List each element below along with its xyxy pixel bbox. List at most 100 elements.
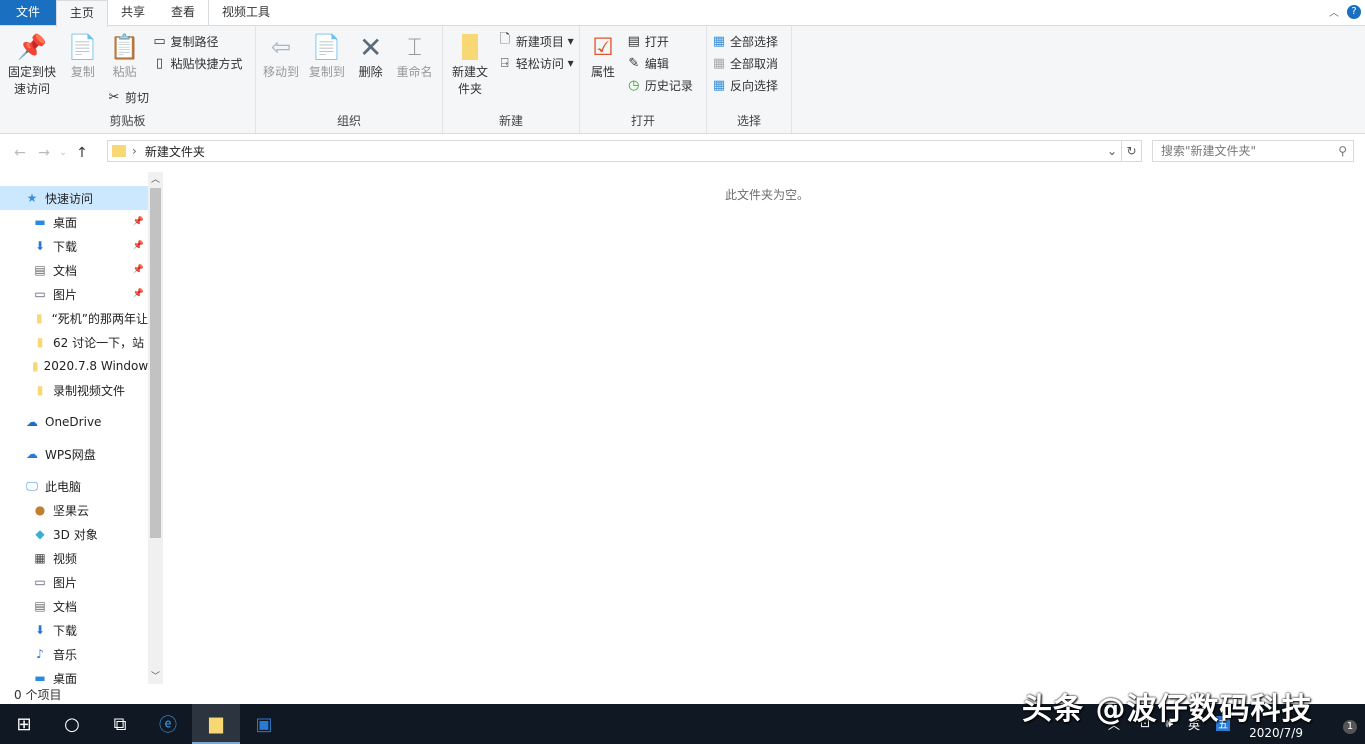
group-new: 新建文件夹 🗋 新建项目 ▾ ⍈ 轻松访问 ▾ 新建: [443, 26, 580, 133]
cut-button[interactable]: ✂ 剪切: [106, 86, 149, 108]
notification-badge[interactable]: 1: [1343, 720, 1357, 734]
nav-item[interactable]: ▬ 桌面: [0, 666, 148, 684]
taskbar-file-explorer[interactable]: ▆: [192, 704, 240, 744]
nav-item-label: 文档: [53, 263, 78, 278]
nav-wps[interactable]: ☁ WPS网盘: [0, 442, 148, 466]
refresh-button[interactable]: ↻: [1122, 140, 1142, 162]
nav-scrollbar[interactable]: ︿ ﹀: [148, 172, 163, 684]
up-button[interactable]: ↑: [70, 145, 94, 161]
document-icon: ▤: [34, 599, 46, 613]
nav-item[interactable]: ▭ 图片: [0, 570, 148, 594]
invert-selection-button[interactable]: ▦ 反向选择: [711, 74, 787, 96]
pin-quick-access-button[interactable]: 📌 固定到快速访问: [7, 30, 57, 98]
group-label: 组织: [336, 114, 361, 128]
nav-item[interactable]: ▤ 文档: [0, 594, 148, 618]
group-clipboard: 📌 固定到快速访问 📄 复制 📋 粘贴 ▭ 复制路径 ▯ 粘贴快捷方式 ✂ 剪切 剪贴板: [0, 26, 256, 133]
nav-item-label: 下载: [53, 623, 78, 638]
status-item-count: 0 个项目: [14, 688, 62, 702]
nav-item-label: 文档: [53, 599, 78, 614]
pin-icon[interactable]: 📌: [133, 289, 144, 299]
open-button[interactable]: ▤ 打开: [626, 30, 693, 52]
group-label: 剪贴板: [109, 114, 146, 128]
scroll-up-icon[interactable]: ︿: [148, 172, 163, 185]
shortcut-icon: ▯: [155, 55, 164, 71]
checkmark-icon: ☑: [592, 32, 614, 61]
address-bar[interactable]: › 新建文件夹 ⌄: [107, 140, 1122, 162]
search-input[interactable]: 搜索"新建文件夹" ⚲: [1152, 140, 1354, 162]
new-item-icon: 🗋: [499, 32, 511, 47]
nav-item[interactable]: ▤ 文档 📌: [0, 258, 148, 282]
rename-button[interactable]: ⌶ 重命名: [397, 30, 433, 81]
nav-item[interactable]: ▬ 桌面 📌: [0, 210, 148, 234]
pin-icon[interactable]: 📌: [133, 265, 144, 275]
taskbar-edge[interactable]: ⓔ: [144, 704, 192, 744]
back-button[interactable]: ←: [8, 145, 32, 161]
tab-video-tools[interactable]: 视频工具: [208, 0, 283, 25]
edit-button[interactable]: ✎ 编辑: [626, 52, 693, 74]
nav-onedrive[interactable]: ☁ OneDrive: [0, 410, 148, 434]
start-button[interactable]: ⊞: [0, 704, 48, 744]
copy-path-button[interactable]: ▭ 复制路径: [151, 30, 242, 52]
move-to-button[interactable]: ⇦ 移动到: [263, 30, 299, 81]
music-icon: ♪: [36, 647, 44, 661]
scroll-down-icon[interactable]: ﹀: [148, 669, 163, 682]
pin-icon[interactable]: 📌: [133, 217, 144, 227]
delete-x-icon: ✕: [358, 30, 383, 64]
nav-item[interactable]: ♪ 音乐: [0, 642, 148, 666]
nav-item[interactable]: ▮ 62 讨论一下，站: [0, 330, 148, 354]
easy-access-button[interactable]: ⍈ 轻松访问 ▾: [497, 52, 574, 74]
open-icon: ▤: [627, 33, 640, 49]
nav-item[interactable]: ▮ 录制视频文件: [0, 378, 148, 402]
nav-item[interactable]: ▮ 2020.7.8 Window: [0, 354, 148, 378]
copy-button[interactable]: 📄 复制: [67, 30, 99, 81]
empty-folder-message: 此文件夹为空。: [725, 188, 810, 202]
nav-this-pc[interactable]: 🖵 此电脑: [0, 474, 148, 498]
select-none-button[interactable]: ▦ 全部取消: [711, 52, 787, 74]
tab-file[interactable]: 文件: [0, 0, 56, 25]
group-organize: ⇦ 移动到 📄 复制到 ✕ 删除 ⌶ 重命名 组织: [256, 26, 443, 133]
desktop-icon: ▬: [34, 671, 46, 684]
recent-dropdown[interactable]: ⌄: [56, 148, 70, 158]
copy-to-button[interactable]: 📄 复制到: [309, 30, 345, 81]
collapse-ribbon-icon[interactable]: ︿: [1329, 4, 1339, 19]
delete-button[interactable]: ✕ 删除: [355, 30, 387, 81]
nav-item[interactable]: ▭ 图片 📌: [0, 282, 148, 306]
watermark: 头条 @波仔数码科技: [1022, 692, 1313, 727]
invert-selection-icon: ▦: [712, 77, 726, 93]
nav-item-label: 音乐: [53, 647, 78, 662]
taskbar-wps[interactable]: ▣: [240, 704, 288, 744]
navigation-pane: ★ 快速访问 ▬ 桌面 📌 ⬇ 下载 📌 ▤ 文档 📌 ▭ 图片 📌 ▮ “死机”的那两年让 ▮ 62 讨论一下…: [0, 172, 163, 684]
tab-view[interactable]: 查看: [158, 0, 208, 25]
paste-shortcut-button[interactable]: ▯ 粘贴快捷方式: [151, 52, 243, 74]
new-folder-button[interactable]: 新建文件夹: [450, 30, 490, 98]
nav-item[interactable]: ▦ 视频: [0, 546, 148, 570]
select-none-icon: ▦: [712, 55, 726, 71]
properties-button[interactable]: ☑ 属性: [587, 30, 619, 81]
task-view-button[interactable]: ⧉: [96, 704, 144, 744]
pictures-icon: ▭: [34, 575, 46, 589]
breadcrumb-current[interactable]: 新建文件夹: [145, 143, 205, 160]
address-dropdown-icon[interactable]: ⌄: [1107, 144, 1117, 158]
history-button[interactable]: ◷ 历史记录: [626, 74, 693, 96]
select-all-button[interactable]: ▦ 全部选择: [711, 30, 787, 52]
nav-item[interactable]: ▮ “死机”的那两年让: [0, 306, 148, 330]
nav-item-label: 桌面: [53, 215, 78, 230]
tab-share[interactable]: 共享: [108, 0, 158, 25]
nav-quick-access[interactable]: ★ 快速访问: [0, 186, 148, 210]
scrollbar-thumb[interactable]: [150, 188, 161, 538]
search-button[interactable]: ○: [48, 704, 96, 744]
pin-icon[interactable]: 📌: [133, 241, 144, 251]
paste-button[interactable]: 📋 粘贴: [109, 30, 141, 81]
document-icon: ▤: [34, 263, 46, 277]
nav-item[interactable]: ⬇ 下载: [0, 618, 148, 642]
forward-button[interactable]: →: [32, 145, 56, 161]
help-icon[interactable]: ?: [1347, 5, 1361, 19]
tab-home[interactable]: 主页: [56, 0, 109, 27]
new-item-button[interactable]: 🗋 新建项目 ▾: [497, 30, 574, 52]
nav-item[interactable]: ⬇ 下载 📌: [0, 234, 148, 258]
nav-item[interactable]: ● 坚果云: [0, 498, 148, 522]
nav-item-label: “死机”的那两年让: [51, 311, 148, 326]
clock-date[interactable]: 2020/7/9: [1249, 726, 1303, 740]
nav-item[interactable]: ◆ 3D 对象: [0, 522, 148, 546]
ribbon-tabs: 文件 主页 共享 查看 视频工具 ︿ ?: [0, 0, 1365, 27]
